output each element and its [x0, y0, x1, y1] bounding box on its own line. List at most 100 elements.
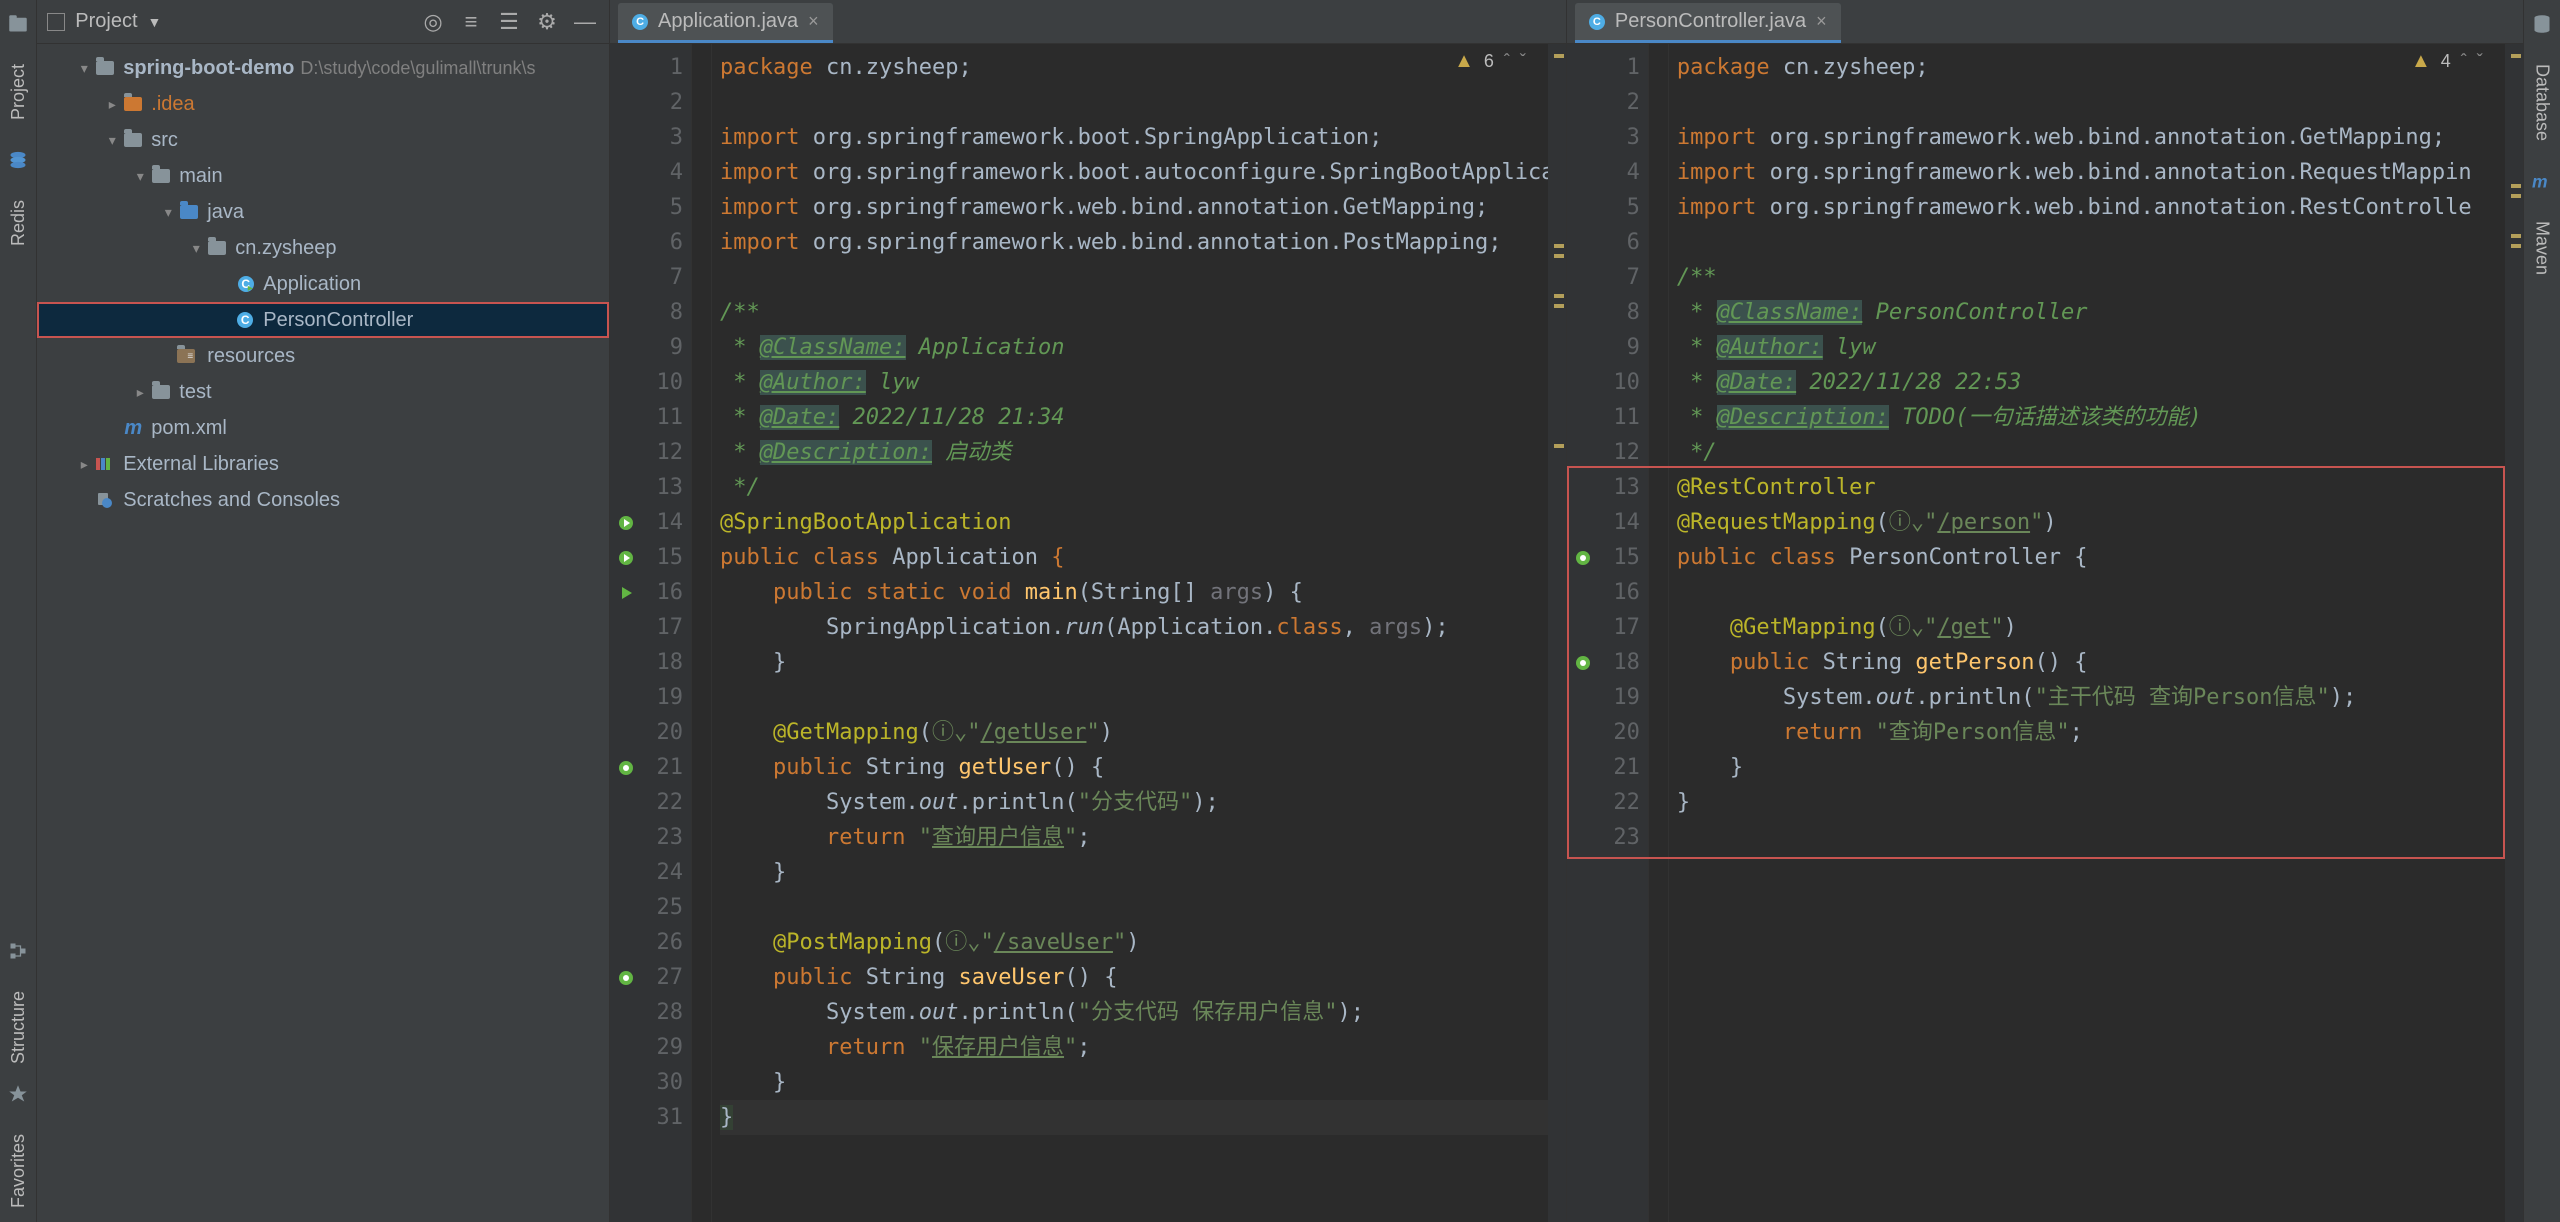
tree-item--idea[interactable]: ▸.idea: [37, 86, 609, 122]
code-line[interactable]: [720, 890, 1548, 925]
maven-icon[interactable]: m: [2532, 171, 2552, 191]
code-line[interactable]: [1677, 575, 2505, 610]
locate-icon[interactable]: ◎: [419, 9, 447, 35]
code-line[interactable]: /**: [1677, 260, 2505, 295]
hide-icon[interactable]: —: [571, 9, 599, 35]
tree-item-resources[interactable]: ≡resources: [37, 338, 609, 374]
close-icon[interactable]: ×: [1816, 11, 1827, 32]
code-line[interactable]: return "保存用户信息";: [720, 1030, 1548, 1065]
code-line[interactable]: import org.springframework.web.bind.anno…: [720, 190, 1548, 225]
tree-item-java[interactable]: ▾java: [37, 194, 609, 230]
code-line[interactable]: * @Date: 2022/11/28 22:53: [1677, 365, 2505, 400]
inspection-header-right[interactable]: ▲ 4 ˆ ˇ: [2411, 50, 2483, 73]
code-line[interactable]: [720, 85, 1548, 120]
structure-icon[interactable]: [8, 941, 28, 961]
code-line[interactable]: */: [720, 470, 1548, 505]
code-line[interactable]: @GetMapping(ⓘ⌄"/getUser"): [720, 715, 1548, 750]
error-stripe-left[interactable]: [1548, 44, 1566, 1222]
code-line[interactable]: System.out.println("分支代码 保存用户信息");: [720, 995, 1548, 1030]
fold-column-right[interactable]: [1649, 44, 1669, 1222]
favorites-icon[interactable]: [8, 1084, 28, 1104]
tab-personcontroller[interactable]: C PersonController.java ×: [1575, 3, 1841, 43]
tree-item-personcontroller[interactable]: CPersonController: [37, 302, 609, 338]
tool-structure[interactable]: Structure: [8, 991, 29, 1064]
collapse-all-icon[interactable]: ☰: [495, 9, 523, 35]
fold-column-left[interactable]: [692, 44, 712, 1222]
code-line[interactable]: }: [1677, 750, 2505, 785]
code-line[interactable]: }: [720, 645, 1548, 680]
code-line[interactable]: * @Date: 2022/11/28 21:34: [720, 400, 1548, 435]
inspection-header-left[interactable]: ▲ 6 ˆ ˇ: [1454, 50, 1526, 73]
code-line[interactable]: * @ClassName: Application: [720, 330, 1548, 365]
tool-favorites[interactable]: Favorites: [8, 1134, 29, 1208]
project-view-icon[interactable]: [47, 13, 65, 31]
chevron-down-icon[interactable]: ˇ: [1520, 51, 1526, 72]
code-line[interactable]: public class PersonController {: [1677, 540, 2505, 575]
code-line[interactable]: import org.springframework.web.bind.anno…: [1677, 120, 2505, 155]
code-line[interactable]: [720, 260, 1548, 295]
tool-maven[interactable]: Maven: [2531, 221, 2552, 275]
tree-item-pom-xml[interactable]: mpom.xml: [37, 410, 609, 446]
tree-item-scratches-and-consoles[interactable]: Scratches and Consoles: [37, 482, 609, 518]
code-line[interactable]: @RequestMapping(ⓘ⌄"/person"): [1677, 505, 2505, 540]
code-line[interactable]: * @Description: TODO(一句话描述该类的功能): [1677, 400, 2505, 435]
code-line[interactable]: @GetMapping(ⓘ⌄"/get"): [1677, 610, 2505, 645]
code-line[interactable]: System.out.println("主干代码 查询Person信息");: [1677, 680, 2505, 715]
code-line[interactable]: [1677, 85, 2505, 120]
error-stripe-right[interactable]: [2505, 44, 2523, 1222]
code-line[interactable]: [720, 680, 1548, 715]
code-line[interactable]: System.out.println("分支代码");: [720, 785, 1548, 820]
code-line[interactable]: package cn.zysheep;: [720, 50, 1548, 85]
code-line[interactable]: import org.springframework.boot.autoconf…: [720, 155, 1548, 190]
tree-item-main[interactable]: ▾main: [37, 158, 609, 194]
tool-database[interactable]: Database: [2531, 64, 2552, 141]
tree-item-application[interactable]: C▸Application: [37, 266, 609, 302]
gutter-left[interactable]: 1234567891011121314151617181920212223242…: [610, 44, 692, 1222]
chevron-up-icon[interactable]: ˆ: [1504, 51, 1510, 72]
code-line[interactable]: import org.springframework.web.bind.anno…: [1677, 190, 2505, 225]
code-line[interactable]: public static void main(String[] args) {: [720, 575, 1548, 610]
code-line[interactable]: }: [1677, 785, 2505, 820]
chevron-down-icon[interactable]: ▼: [148, 14, 162, 30]
code-line[interactable]: */: [1677, 435, 2505, 470]
code-line[interactable]: @SpringBootApplication: [720, 505, 1548, 540]
code-left[interactable]: ▲ 6 ˆ ˇ 12345678910111213141516171819202…: [610, 44, 1566, 1222]
code-line[interactable]: * @Author: lyw: [1677, 330, 2505, 365]
tree-item-spring-boot-demo[interactable]: ▾spring-boot-demoD:\study\code\gulimall\…: [37, 50, 609, 86]
chevron-up-icon[interactable]: ˆ: [2461, 51, 2467, 72]
gutter-right[interactable]: 1234567891011121314151617181920212223: [1567, 44, 1649, 1222]
redis-icon[interactable]: [8, 150, 28, 170]
code-lines-right[interactable]: package cn.zysheep;import org.springfram…: [1669, 44, 2505, 1222]
code-line[interactable]: public String getPerson() {: [1677, 645, 2505, 680]
code-line[interactable]: }: [720, 1065, 1548, 1100]
chevron-down-icon[interactable]: ˇ: [2477, 51, 2483, 72]
code-line[interactable]: public String getUser() {: [720, 750, 1548, 785]
gear-icon[interactable]: ⚙: [533, 9, 561, 35]
project-icon[interactable]: [8, 14, 28, 34]
project-tree[interactable]: ▾spring-boot-demoD:\study\code\gulimall\…: [37, 44, 609, 1222]
code-line[interactable]: * @Description: 启动类: [720, 435, 1548, 470]
code-line[interactable]: @PostMapping(ⓘ⌄"/saveUser"): [720, 925, 1548, 960]
tree-item-src[interactable]: ▾src: [37, 122, 609, 158]
code-line[interactable]: return "查询用户信息";: [720, 820, 1548, 855]
code-line[interactable]: public class Application {: [720, 540, 1548, 575]
code-line[interactable]: import org.springframework.web.bind.anno…: [1677, 155, 2505, 190]
code-line[interactable]: [1677, 820, 2505, 855]
expand-all-icon[interactable]: ≡: [457, 9, 485, 35]
code-line[interactable]: /**: [720, 295, 1548, 330]
code-line[interactable]: public String saveUser() {: [720, 960, 1548, 995]
tree-item-external-libraries[interactable]: ▸External Libraries: [37, 446, 609, 482]
code-line[interactable]: import org.springframework.web.bind.anno…: [720, 225, 1548, 260]
code-line[interactable]: [1677, 225, 2505, 260]
code-right[interactable]: ▲ 4 ˆ ˇ 12345678910111213141516171819202…: [1567, 44, 2523, 1222]
tree-item-test[interactable]: ▸test: [37, 374, 609, 410]
code-line[interactable]: * @ClassName: PersonController: [1677, 295, 2505, 330]
tab-application[interactable]: C Application.java ×: [618, 3, 833, 43]
database-icon[interactable]: [2532, 14, 2552, 34]
code-lines-left[interactable]: package cn.zysheep; import org.springfram…: [712, 44, 1548, 1222]
code-line[interactable]: }: [720, 855, 1548, 890]
code-line[interactable]: return "查询Person信息";: [1677, 715, 2505, 750]
code-line[interactable]: @RestController: [1677, 470, 2505, 505]
tool-project[interactable]: Project: [8, 64, 29, 120]
close-icon[interactable]: ×: [808, 11, 819, 32]
